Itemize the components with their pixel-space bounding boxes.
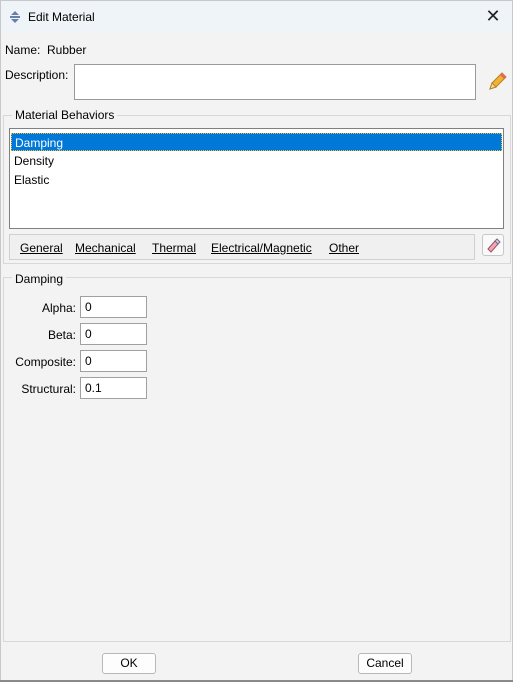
beta-label: Beta: — [47, 328, 76, 342]
list-item-density[interactable]: Density — [11, 152, 502, 170]
ok-button[interactable]: OK — [102, 653, 156, 674]
list-item-elastic[interactable]: Elastic — [11, 171, 502, 189]
damping-legend: Damping — [12, 272, 67, 286]
behaviors-list[interactable]: Damping Density Elastic — [9, 128, 504, 229]
list-item-damping[interactable]: Damping — [11, 133, 502, 151]
material-behaviors-legend: Material Behaviors — [12, 108, 118, 122]
menu-thermal[interactable]: Thermal — [152, 241, 196, 255]
composite-label: Composite: — [15, 355, 76, 369]
description-label: Description: — [5, 68, 69, 82]
eraser-icon — [487, 238, 501, 253]
structural-input[interactable]: 0.1 — [80, 377, 147, 399]
menu-mechanical[interactable]: Mechanical — [75, 241, 136, 255]
pencil-icon[interactable] — [486, 71, 508, 93]
menu-electrical-magnetic[interactable]: Electrical/Magnetic — [211, 241, 312, 255]
close-icon[interactable]: ✕ — [482, 6, 504, 28]
structural-label: Structural: — [21, 382, 76, 396]
composite-input[interactable]: 0 — [80, 350, 147, 372]
name-label: Name: — [5, 43, 41, 57]
delete-behavior-button[interactable] — [482, 234, 504, 256]
menu-other[interactable]: Other — [329, 241, 359, 255]
material-name: Rubber — [47, 43, 87, 57]
beta-input[interactable]: 0 — [80, 323, 147, 345]
cancel-button[interactable]: Cancel — [358, 653, 412, 674]
alpha-input[interactable]: 0 — [80, 296, 147, 318]
menu-general[interactable]: General — [20, 241, 63, 255]
title-bar[interactable]: Edit Material ✕ — [1, 1, 512, 33]
description-field[interactable] — [74, 64, 476, 100]
window-title: Edit Material — [28, 10, 95, 24]
alpha-label: Alpha: — [41, 301, 76, 315]
behavior-menu-bar: General Mechanical Thermal Electrical/Ma… — [9, 234, 475, 260]
material-app-icon — [10, 11, 20, 23]
edit-material-dialog: Edit Material ✕ Name: Rubber Description… — [0, 0, 513, 682]
